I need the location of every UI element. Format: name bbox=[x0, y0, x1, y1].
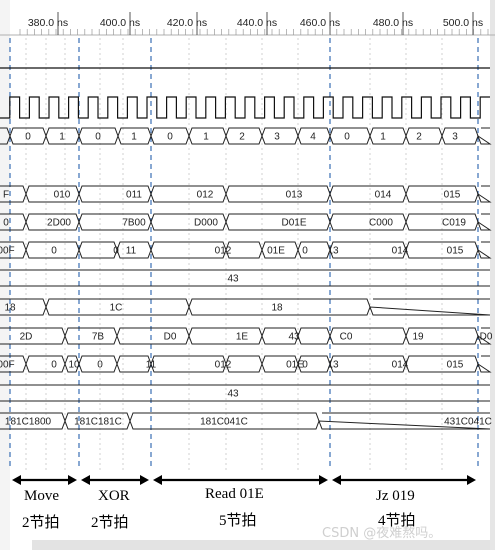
reg-row-value: 431C041C bbox=[444, 417, 492, 428]
reg-row-value: 181C1800 bbox=[5, 417, 52, 428]
pc-row-value: 011 bbox=[126, 190, 142, 201]
data-row-value: 7B bbox=[92, 332, 105, 343]
counter-row-value: 1 bbox=[59, 132, 65, 143]
ruler-tick-label: 420.0 ns bbox=[167, 17, 207, 29]
const-row-a-value: 43 bbox=[227, 274, 239, 285]
mar-row-value: 012 bbox=[215, 360, 232, 371]
counter-row-value: 1 bbox=[380, 132, 386, 143]
counter-row-value: 0 bbox=[344, 132, 350, 143]
counter-row-value: 4 bbox=[310, 132, 316, 143]
data-row-value: D0 bbox=[480, 332, 493, 343]
mar-row-value: 0 bbox=[97, 360, 103, 371]
ir-row-value: C000 bbox=[369, 218, 393, 229]
addr-row-value: 015 bbox=[447, 246, 464, 257]
addr-row-value: 13 bbox=[327, 246, 339, 257]
pc-row-value: 012 bbox=[197, 190, 214, 201]
ir-row-value: D000 bbox=[194, 218, 218, 229]
ruler-tick-label: 500.0 ns bbox=[443, 17, 483, 29]
flags-row-value: 18 bbox=[271, 303, 283, 314]
ir-row-value: 0 bbox=[3, 218, 9, 229]
counter-row-value: 3 bbox=[452, 132, 458, 143]
counter-row-value: 2 bbox=[239, 132, 245, 143]
phase-read-label: Read 01E bbox=[205, 486, 264, 502]
right-edge bbox=[490, 0, 495, 550]
ir-row-value: 7B00 bbox=[122, 218, 146, 229]
flags-row-value: 1C bbox=[110, 303, 123, 314]
mar-row-value: 13 bbox=[327, 360, 339, 371]
timing-diagram: 380.0 ns 400.0 ns 420.0 ns 440.0 ns 460.0 ns… bbox=[0, 0, 495, 550]
ir-row-value: D01E bbox=[281, 218, 306, 229]
counter-row-value: 1 bbox=[203, 132, 209, 143]
ruler-tick-label: 440.0 ns bbox=[237, 17, 277, 29]
pc-row-value: 010 bbox=[54, 190, 71, 201]
mar-row-value: 015 bbox=[447, 360, 464, 371]
mar-row-value: 10 bbox=[68, 360, 80, 371]
phase-read-beats: 5节拍 bbox=[219, 513, 257, 529]
data-row-value: D0 bbox=[164, 332, 177, 343]
counter-row-value: 3 bbox=[274, 132, 280, 143]
mar-row-value: 0 bbox=[302, 360, 308, 371]
reg-row-value: 181C181C bbox=[74, 417, 122, 428]
waveform-canvas: 380.0 ns 400.0 ns 420.0 ns 440.0 ns 460.0 ns… bbox=[0, 0, 495, 550]
data-row-value: 19 bbox=[412, 332, 424, 343]
pc-row-value: 015 bbox=[444, 190, 461, 201]
addr-row-value: 0 bbox=[113, 246, 119, 257]
data-row-value: 43 bbox=[288, 332, 300, 343]
counter-row-value: 1 bbox=[131, 132, 137, 143]
ir-row-value: 2D00 bbox=[47, 218, 71, 229]
data-row-value: 2D bbox=[20, 332, 33, 343]
reg-row-value: 181C041C bbox=[200, 417, 248, 428]
flags-row-value: 18 bbox=[4, 303, 16, 314]
counter-row-value: 0 bbox=[95, 132, 101, 143]
mar-row-value: 0 bbox=[51, 360, 57, 371]
left-edge bbox=[0, 0, 10, 550]
phase-xor-beats: 2节拍 bbox=[91, 515, 129, 531]
addr-row-value: 0 bbox=[51, 246, 57, 257]
background bbox=[0, 0, 495, 550]
pc-row-value: 014 bbox=[375, 190, 392, 201]
ir-row-value: C019 bbox=[442, 218, 466, 229]
ruler-tick-label: 400.0 ns bbox=[100, 17, 140, 29]
watermark: CSDN @夜难熬吗。 bbox=[322, 526, 442, 541]
addr-row-value: 0 bbox=[302, 246, 308, 257]
phase-move-label: Move bbox=[24, 488, 59, 504]
bottom-scrollbar bbox=[32, 540, 490, 550]
mar-row-value: 00F bbox=[0, 360, 15, 371]
data-row-value: 1E bbox=[236, 332, 249, 343]
phase-move-beats: 2节拍 bbox=[22, 515, 60, 531]
addr-row-value: 11 bbox=[126, 246, 137, 257]
phase-xor-label: XOR bbox=[98, 488, 130, 504]
addr-row-value: 012 bbox=[215, 246, 232, 257]
counter-row-value: 0 bbox=[167, 132, 173, 143]
const-row-b-value: 43 bbox=[227, 389, 239, 400]
counter-row-value: 2 bbox=[416, 132, 422, 143]
mar-row-value: 11 bbox=[146, 360, 157, 371]
mar-row-value: 014 bbox=[392, 360, 409, 371]
data-row-value: C0 bbox=[340, 332, 353, 343]
ruler-tick-label: 460.0 ns bbox=[300, 17, 340, 29]
addr-row-value: 014 bbox=[392, 246, 409, 257]
ruler-tick-label: 480.0 ns bbox=[373, 17, 413, 29]
addr-row-value: 01E bbox=[267, 246, 285, 257]
phase-jz-label: Jz 019 bbox=[376, 488, 415, 504]
ruler-tick-label: 380.0 ns bbox=[28, 17, 68, 29]
pc-row-value: 013 bbox=[286, 190, 303, 201]
counter-row-value: 0 bbox=[25, 132, 31, 143]
addr-row-value: 00F bbox=[0, 246, 15, 257]
pc-row-value: F bbox=[3, 190, 9, 201]
